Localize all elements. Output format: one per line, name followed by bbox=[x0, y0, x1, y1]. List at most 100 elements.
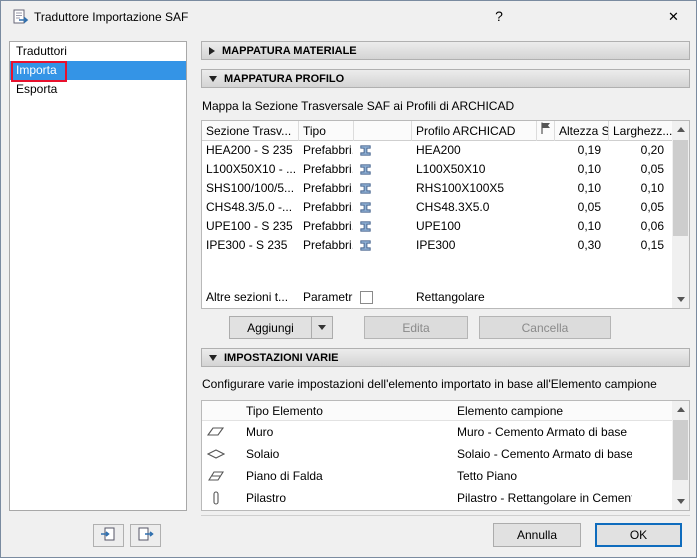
ok-button[interactable]: OK bbox=[595, 523, 682, 547]
chevron-right-icon bbox=[209, 46, 215, 55]
cell-larghezza: 0,05 bbox=[640, 162, 664, 176]
table-row[interactable]: UPE100 - S 235 Prefabbri... UPE100 0,10 … bbox=[202, 217, 672, 236]
column-header-profile-icon bbox=[354, 121, 412, 141]
sidebar-header: Traduttori bbox=[16, 44, 67, 58]
cell-elemento-campione: Tetto Piano bbox=[457, 469, 518, 483]
cell-altezza: 0,19 bbox=[577, 143, 601, 157]
cell-altezza: 0,05 bbox=[577, 200, 601, 214]
scroll-thumb[interactable] bbox=[673, 420, 688, 480]
cell-sezione: HEA200 - S 235 bbox=[206, 143, 293, 157]
profile-mapping-table: Sezione Trasv... Tipo Profilo ARCHICAD A… bbox=[201, 120, 690, 309]
cell-sezione: SHS100/100/5... bbox=[206, 181, 295, 195]
cell-tipo: Prefabbri... bbox=[303, 181, 353, 195]
table-row[interactable]: Solaio Solaio - Cemento Armato di base bbox=[202, 443, 672, 465]
cell-altezza: 0,10 bbox=[577, 181, 601, 195]
aggiungi-split-button: Aggiungi bbox=[229, 316, 333, 339]
dialog-window: Traduttore Importazione SAF ? ✕ Tradutto… bbox=[0, 0, 697, 558]
cell-elemento-campione: Pilastro - Rettangolare in Cemento ... bbox=[457, 491, 632, 505]
column-icon bbox=[207, 490, 225, 506]
section-impostazioni-varie[interactable]: IMPOSTAZIONI VARIE bbox=[201, 348, 690, 367]
arrow-up-icon bbox=[676, 407, 685, 412]
table-row[interactable]: Pilastro Pilastro - Rettangolare in Ceme… bbox=[202, 487, 672, 509]
cell-sezione: L100X50X10 - ... bbox=[206, 162, 297, 176]
sidebar-item-importa[interactable]: Importa bbox=[10, 61, 186, 80]
table-row[interactable]: Piano di Falda Tetto Piano bbox=[202, 465, 672, 487]
section-label: MAPPATURA MATERIALE bbox=[222, 44, 357, 57]
cell-tipo: Prefabbri... bbox=[303, 162, 353, 176]
arrow-down-icon bbox=[676, 499, 685, 504]
table-row-altre-sezioni[interactable]: Altre sezioni t... Parametri... Rettango… bbox=[202, 288, 672, 307]
chevron-down-icon bbox=[318, 325, 326, 330]
arrow-up-icon bbox=[676, 127, 685, 132]
aggiungi-dropdown-button[interactable] bbox=[311, 316, 333, 339]
section-mappatura-profilo[interactable]: MAPPATURA PROFILO bbox=[201, 69, 690, 88]
cell-tipo: Prefabbri... bbox=[303, 238, 353, 252]
cell-sezione: UPE100 - S 235 bbox=[206, 219, 293, 233]
vertical-scrollbar[interactable] bbox=[672, 121, 689, 308]
cell-tipo-elemento: Piano di Falda bbox=[246, 469, 323, 483]
cell-larghezza: 0,15 bbox=[640, 238, 664, 252]
translator-sidebar: Traduttori Importa Esporta bbox=[9, 41, 187, 511]
column-header-elemento-campione: Elemento campione bbox=[457, 404, 564, 418]
table-row[interactable]: Muro Muro - Cemento Armato di base bbox=[202, 421, 672, 443]
column-header-tipo: Tipo bbox=[299, 121, 354, 141]
section-mappatura-materiale[interactable]: MAPPATURA MATERIALE bbox=[201, 41, 690, 60]
table-header: Tipo Elemento Elemento campione bbox=[202, 401, 672, 421]
cell-larghezza: 0,06 bbox=[640, 219, 664, 233]
edita-button[interactable]: Edita bbox=[364, 316, 468, 339]
sidebar-item-label: Importa bbox=[16, 63, 57, 77]
vertical-scrollbar[interactable] bbox=[672, 401, 689, 510]
cell-profilo: HEA200 bbox=[416, 143, 461, 157]
table-row[interactable]: HEA200 - S 235 Prefabbri... HEA200 0,19 … bbox=[202, 141, 672, 160]
roof-icon bbox=[207, 468, 225, 484]
help-button[interactable]: ? bbox=[484, 1, 514, 32]
title-bar: Traduttore Importazione SAF ? ✕ bbox=[1, 1, 696, 32]
sidebar-item-label: Esporta bbox=[16, 82, 58, 96]
cell-profilo: RHS100X100X5 bbox=[416, 181, 505, 195]
scroll-up-button[interactable] bbox=[672, 121, 689, 138]
annulla-button[interactable]: Annulla bbox=[493, 523, 581, 547]
steel-profile-icon bbox=[358, 200, 378, 215]
scroll-down-button[interactable] bbox=[672, 291, 689, 308]
steel-profile-icon bbox=[358, 219, 378, 234]
aggiungi-button[interactable]: Aggiungi bbox=[229, 316, 311, 339]
import-translator-icon bbox=[100, 527, 117, 545]
close-button[interactable]: ✕ bbox=[651, 1, 696, 32]
footer-divider bbox=[201, 515, 690, 516]
import-translator-button[interactable] bbox=[93, 524, 124, 547]
cell-elemento-campione: Muro - Cemento Armato di base bbox=[457, 425, 628, 439]
cell-tipo: Prefabbri... bbox=[303, 143, 353, 157]
table-header: Sezione Trasv... Tipo Profilo ARCHICAD A… bbox=[202, 121, 672, 141]
element-settings-table: Tipo Elemento Elemento campione Muro Mur… bbox=[201, 400, 690, 511]
cell-larghezza: 0,05 bbox=[640, 200, 664, 214]
table-row[interactable]: CHS48.3/5.0 -... Prefabbri... CHS48.3X5.… bbox=[202, 198, 672, 217]
scroll-up-button[interactable] bbox=[672, 401, 689, 418]
cell-altezza: 0,10 bbox=[577, 219, 601, 233]
cell-sezione: CHS48.3/5.0 -... bbox=[206, 200, 293, 214]
wall-icon bbox=[206, 424, 225, 440]
dialog-title: Traduttore Importazione SAF bbox=[34, 10, 189, 24]
cell-profilo: UPE100 bbox=[416, 219, 461, 233]
profile-mapping-description: Mappa la Sezione Trasversale SAF ai Prof… bbox=[202, 99, 515, 113]
export-translator-button[interactable] bbox=[130, 524, 161, 547]
column-header-larghezza: Larghezz... bbox=[613, 124, 672, 138]
table-row[interactable]: IPE300 - S 235 Prefabbri... IPE300 0,30 … bbox=[202, 236, 672, 255]
parametric-checkbox[interactable] bbox=[360, 291, 373, 304]
sidebar-item-esporta[interactable]: Esporta bbox=[10, 80, 186, 99]
cell-tipo-elemento: Muro bbox=[246, 425, 274, 439]
varie-description: Configurare varie impostazioni dell'elem… bbox=[202, 377, 657, 391]
cell-tipo: Prefabbri... bbox=[303, 219, 353, 233]
cancella-button[interactable]: Cancella bbox=[479, 316, 611, 339]
scroll-thumb[interactable] bbox=[673, 140, 688, 236]
export-translator-icon bbox=[137, 527, 154, 545]
scroll-down-button[interactable] bbox=[672, 493, 689, 510]
flag-icon bbox=[537, 121, 555, 141]
dialog-icon bbox=[11, 8, 29, 26]
column-header-profilo: Profilo ARCHICAD bbox=[412, 121, 537, 141]
column-header-tipo-elemento: Tipo Elemento bbox=[246, 404, 323, 418]
table-row[interactable]: L100X50X10 - ... Prefabbri... L100X50X10… bbox=[202, 160, 672, 179]
column-header-altezza: Altezza S... bbox=[555, 121, 609, 141]
chevron-down-icon bbox=[209, 75, 217, 82]
table-body: Muro Muro - Cemento Armato di base Solai… bbox=[202, 421, 672, 510]
table-row[interactable]: SHS100/100/5... Prefabbri... RHS100X100X… bbox=[202, 179, 672, 198]
